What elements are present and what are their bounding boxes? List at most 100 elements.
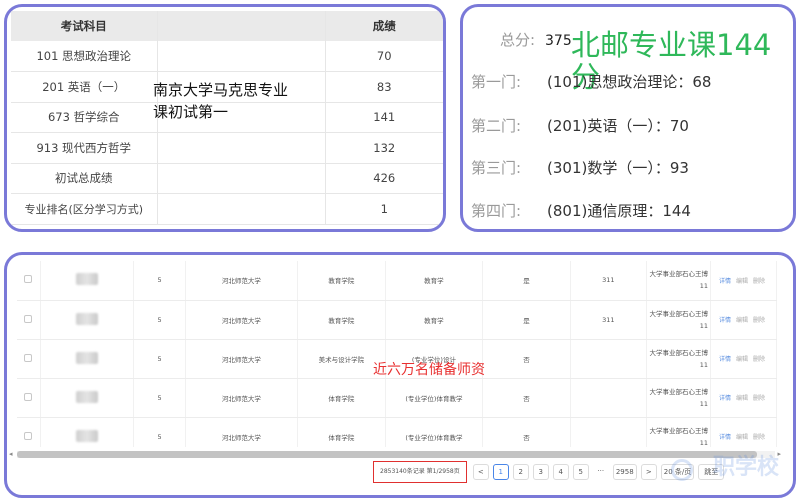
delete-link[interactable]: 删除	[753, 434, 765, 441]
score-table-header: 考试科目 成绩	[11, 11, 443, 41]
blurred-name-placeholder	[76, 351, 99, 364]
count-cell: 5	[133, 261, 186, 301]
subject-label: 第三门:	[471, 159, 522, 177]
major-cell: (专业学位)体育教学	[385, 417, 484, 447]
total-value: 375	[545, 33, 572, 49]
last-page-button[interactable]: 2958	[612, 464, 637, 480]
blurred-name-placeholder	[76, 429, 99, 442]
subject-row: 第一门: (101)思想政治理论：68	[471, 71, 711, 92]
employer-cell: 大学事业部石心王博11	[646, 378, 711, 418]
subject-cell: 101 思想政治理论	[11, 41, 158, 72]
detail-link[interactable]: 详情	[719, 278, 731, 285]
subject-cell: 673 哲学综合	[11, 102, 158, 133]
score-cell: 132	[324, 132, 443, 164]
page-button[interactable]: 2	[512, 464, 529, 480]
delete-link[interactable]: 删除	[753, 278, 765, 285]
subject-header: 考试科目	[11, 11, 158, 41]
row-checkbox[interactable]	[17, 417, 41, 447]
checkbox[interactable]	[24, 392, 33, 401]
delete-link[interactable]: 删除	[753, 356, 765, 363]
detail-link[interactable]: 详情	[719, 356, 731, 363]
checkbox[interactable]	[24, 431, 33, 440]
blurred-name	[40, 300, 135, 340]
page-button[interactable]: 1	[492, 464, 509, 480]
edit-link[interactable]: 编辑	[736, 395, 748, 402]
school-cell: 河北师范大学	[185, 261, 299, 301]
grid-caption: 近六万名储备师资	[373, 362, 485, 378]
blurred-name	[40, 378, 135, 418]
flag-cell: 是	[482, 261, 571, 301]
score-cell: 141	[324, 102, 443, 133]
delete-link[interactable]: 删除	[753, 317, 765, 324]
school-cell: 河北师范大学	[185, 378, 299, 418]
subject-value: (801)通信原理：144	[547, 202, 691, 220]
score-cell: 1	[324, 193, 443, 225]
total-label: 总分:	[499, 31, 535, 49]
code-cell: 311	[570, 300, 648, 340]
scrollbar-thumb[interactable]	[17, 451, 757, 458]
row-checkbox[interactable]	[17, 300, 41, 340]
scroll-left-icon[interactable]: ◂	[9, 450, 13, 458]
blurred-name-placeholder	[76, 273, 99, 286]
flag-cell: 否	[482, 417, 571, 447]
table-row[interactable]: 5 河北师范大学 体育学院 (专业学位)体育教学否 大学事业部石心王博11 详情 编辑 删除	[17, 378, 777, 418]
checkbox[interactable]	[24, 275, 33, 284]
delete-link[interactable]: 删除	[753, 395, 765, 402]
page-button[interactable]: 5	[572, 464, 589, 480]
blurred-name	[40, 339, 135, 379]
subject-cell: 201 英语（一）	[11, 71, 158, 103]
total-records: 2853140条记录 第1/2958页	[373, 461, 467, 483]
count-cell: 5	[133, 300, 186, 340]
table-row[interactable]: 5 河北师范大学 教育学院 教育学是 311 大学事业部石心王博11 详情 编辑 删除	[17, 300, 777, 340]
count-cell: 5	[133, 378, 186, 418]
count-cell: 5	[133, 339, 186, 379]
table-row[interactable]: 5 河北师范大学 教育学院 教育学是 311 大学事业部石心王博11 详情 编辑 删除	[17, 261, 777, 301]
row-actions: 详情 编辑 删除	[710, 261, 777, 301]
edit-link[interactable]: 编辑	[736, 356, 748, 363]
edit-link[interactable]: 编辑	[736, 434, 748, 441]
edit-link[interactable]: 编辑	[736, 317, 748, 324]
row-checkbox[interactable]	[17, 261, 41, 301]
detail-link[interactable]: 详情	[719, 317, 731, 324]
bupt-panel: 总分: 375 北邮专业课144 分 第一门: (101)思想政治理论：68 第二门…	[460, 4, 796, 232]
next-page-button[interactable]: >	[640, 464, 657, 480]
candidate-table: 5 河北师范大学 教育学院 教育学是 311 大学事业部石心王博11 详情 编辑 删除 5 河北师范…	[17, 261, 777, 447]
code-cell	[570, 378, 648, 418]
school-cell: 河北师范大学	[185, 417, 299, 447]
flag-cell: 否	[482, 378, 571, 418]
detail-link[interactable]: 详情	[719, 395, 731, 402]
detail-link[interactable]: 详情	[719, 434, 731, 441]
college-cell: 教育学院	[297, 261, 386, 301]
score-cell: 83	[324, 71, 443, 103]
college-cell: 美术与设计学院	[297, 339, 386, 379]
subject-cell: 初试总成绩	[11, 163, 158, 194]
watermark: 职学校	[712, 455, 779, 480]
flag-cell: 否	[482, 339, 571, 379]
total-row: 总分: 375	[471, 29, 572, 50]
subject-label: 第二门:	[471, 117, 522, 135]
row-actions: 详情 编辑 删除	[710, 300, 777, 340]
row-actions: 详情 编辑 删除	[710, 417, 777, 447]
checkbox[interactable]	[24, 314, 33, 323]
subject-label: 第四门:	[471, 202, 522, 220]
row-checkbox[interactable]	[17, 339, 41, 379]
subject-row: 第四门: (801)通信原理：144	[471, 200, 691, 221]
page-button[interactable]: 4	[552, 464, 569, 480]
college-cell: 教育学院	[297, 300, 386, 340]
table-row[interactable]: 5 河北师范大学 体育学院 (专业学位)体育教学否大学事业部石心王博11 详情 编辑 删除	[17, 417, 777, 447]
college-cell: 体育学院	[297, 378, 386, 418]
table-row: 913 现代西方哲学 132	[11, 132, 443, 164]
score-cell: 426	[324, 163, 443, 194]
page-button[interactable]: 3	[532, 464, 549, 480]
row-checkbox[interactable]	[17, 378, 41, 418]
candidate-grid-panel: 5 河北师范大学 教育学院 教育学是 311 大学事业部石心王博11 详情 编辑 删除 5 河北师范…	[4, 252, 796, 498]
prev-page-button[interactable]: <	[472, 464, 489, 480]
subject-value: (201)英语（一）：70	[547, 117, 689, 135]
edit-link[interactable]: 编辑	[736, 278, 748, 285]
subject-cell: 913 现代西方哲学	[11, 132, 158, 164]
checkbox[interactable]	[24, 353, 33, 362]
data-grid: 5 河北师范大学 教育学院 教育学是 311 大学事业部石心王博11 详情 编辑 删除 5 河北师范…	[17, 261, 777, 447]
major-cell: (专业学位)体育教学	[385, 378, 484, 418]
horizontal-scrollbar[interactable]: ◂ ▸	[9, 450, 781, 458]
ellipsis: ···	[597, 467, 605, 475]
